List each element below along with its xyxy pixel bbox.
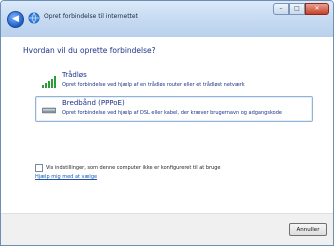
- close-button[interactable]: ✕: [305, 3, 329, 15]
- show-options-row[interactable]: Vis indstillinger, som denne computer ik…: [35, 164, 221, 172]
- modem-icon: [42, 107, 56, 114]
- back-arrow-icon[interactable]: ◀: [7, 11, 24, 28]
- page-heading: Hvordan vil du oprette forbindelse?: [23, 46, 156, 55]
- window-title: Opret forbindelse til internettet: [44, 13, 138, 20]
- option-title: Bredbånd (PPPoE): [62, 99, 125, 107]
- footer-bar: Annuller: [1, 213, 333, 245]
- option-wireless[interactable]: Trådløs Opret forbindelse ved hjælp af e…: [35, 68, 313, 94]
- signal-bars-icon: [42, 76, 56, 88]
- help-link[interactable]: Hjælp mig med at vælge: [35, 174, 97, 180]
- network-globe-icon: [28, 12, 40, 24]
- option-title: Trådløs: [62, 71, 87, 79]
- cancel-button[interactable]: Annuller: [289, 223, 327, 236]
- content-area: Hvordan vil du oprette forbindelse? Tråd…: [1, 37, 333, 213]
- minimize-button[interactable]: –: [273, 3, 289, 15]
- window-controls: – □ ✕: [273, 3, 329, 15]
- option-description: Opret forbindelse ved hjælp af en trådlø…: [62, 82, 245, 88]
- option-description: Opret forbindelse ved hjælp af DSL eller…: [62, 110, 282, 116]
- option-broadband[interactable]: Bredbånd (PPPoE) Opret forbindelse ved h…: [35, 96, 313, 122]
- maximize-button[interactable]: □: [289, 3, 305, 15]
- dialog-window: ◀ Opret forbindelse til internettet – □ …: [0, 0, 334, 246]
- show-options-label[interactable]: Vis indstillinger, som denne computer ik…: [46, 165, 221, 171]
- show-options-checkbox[interactable]: [35, 164, 43, 172]
- title-bar: ◀ Opret forbindelse til internettet – □ …: [1, 1, 333, 37]
